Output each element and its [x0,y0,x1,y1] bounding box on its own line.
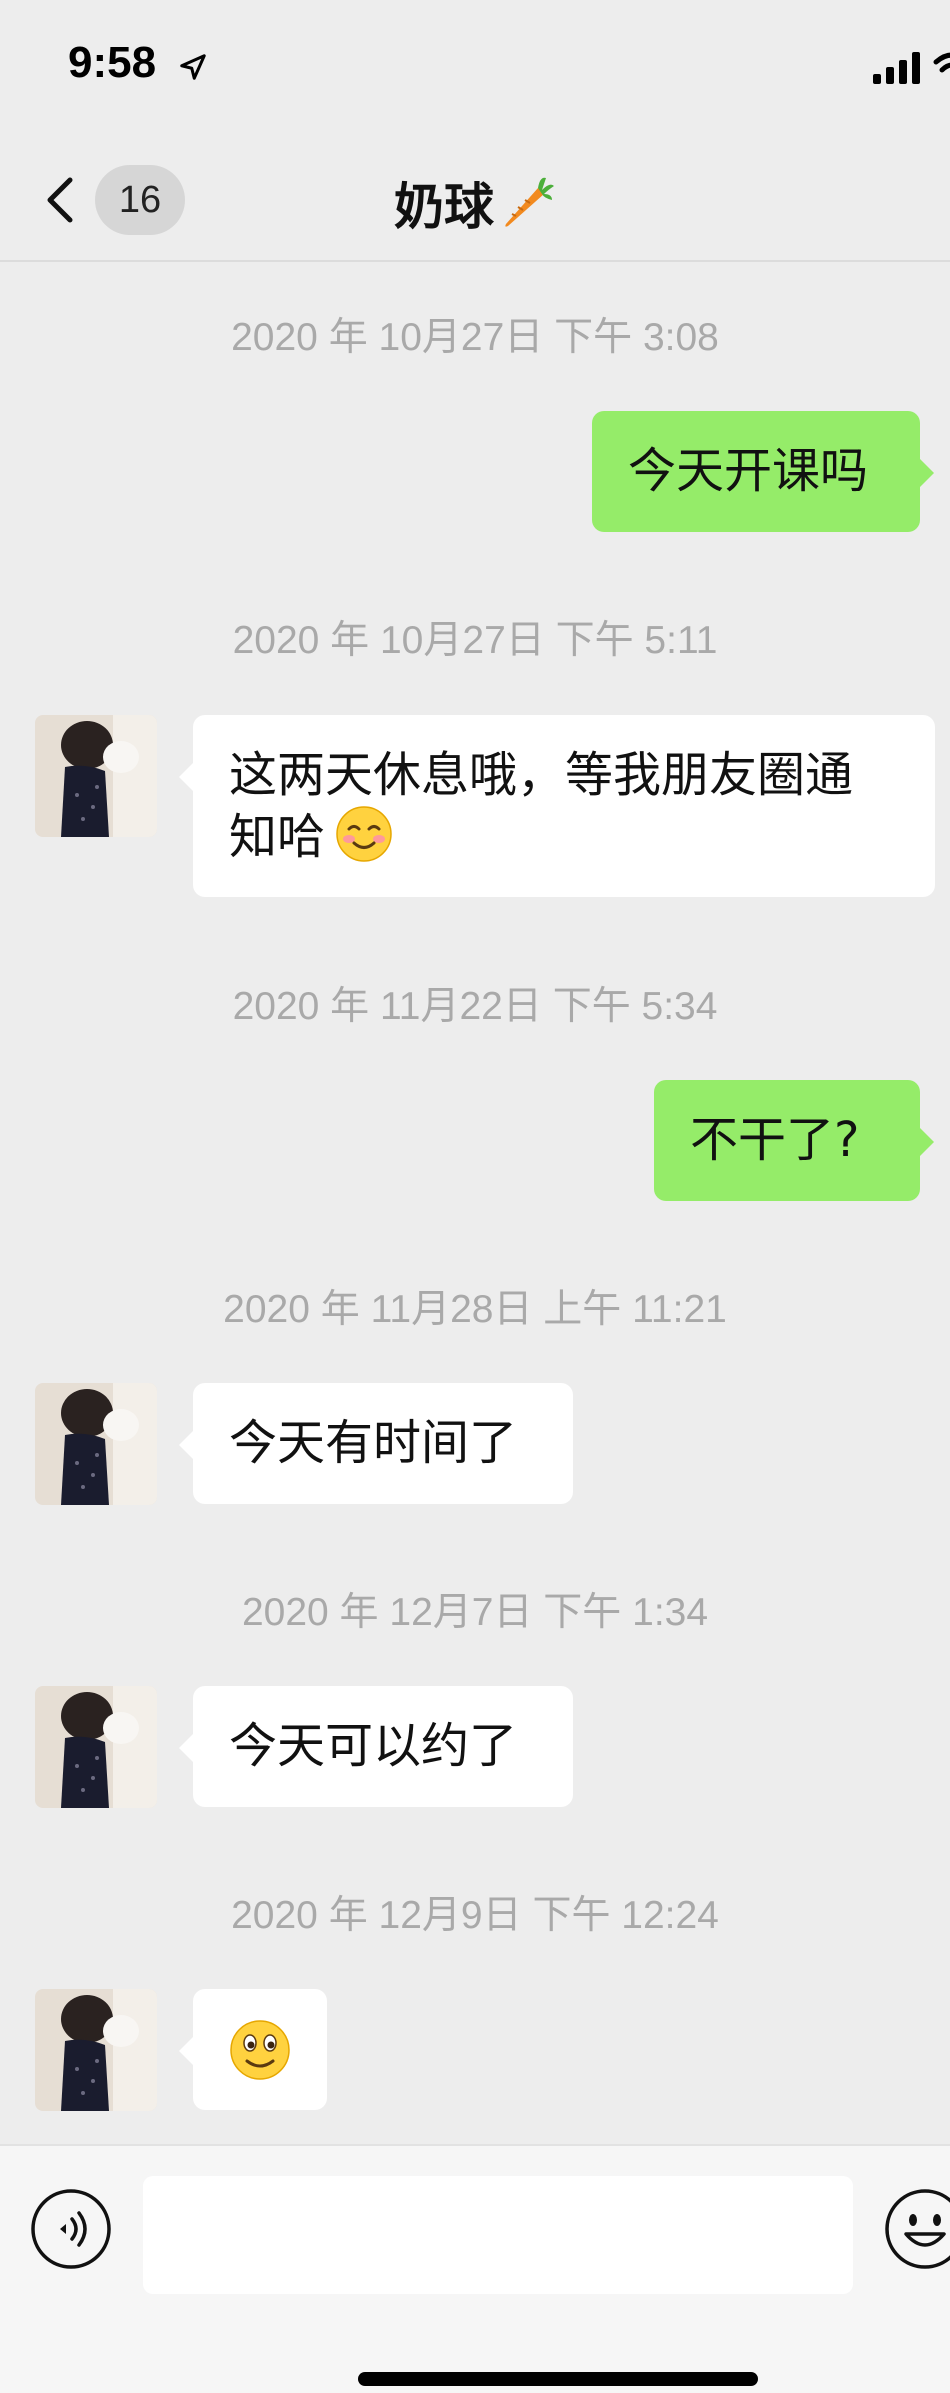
carrot-icon [505,177,554,227]
contact-avatar[interactable] [35,1686,157,1808]
contact-avatar[interactable] [35,1989,157,2111]
message-text: 今天有时间了 [229,1415,518,1471]
chat-title-text: 奶球 [394,178,494,236]
message-text: 知哈 [229,809,326,865]
message-timestamp: 2020 年 12月7日 下午 1:34 [241,1591,709,1634]
nav-bar: 16 奶球 [0,135,950,262]
bubble-tail [179,1431,193,1459]
wifi-icon [933,52,950,73]
avatar-photo [35,1383,157,1505]
incoming-message-bubble[interactable] [179,1989,327,2110]
contact-avatar[interactable] [35,1383,157,1505]
bubble-tail [179,1734,193,1762]
status-bar: 9:58 [0,0,950,135]
location-arrow-icon [180,54,206,80]
message-timestamp: 2020 年 10月27日 下午 5:11 [232,619,718,662]
status-time: 9:58 [68,38,157,87]
message-text-line: 知哈 [229,805,935,867]
avatar-photo [35,1989,157,2111]
contact-avatar[interactable] [35,715,157,837]
incoming-message-bubble[interactable]: 今天有时间了 [179,1383,573,1504]
bubble-tail [179,2037,193,2065]
bubble-tail [920,1128,934,1156]
message-text: 不干了? [690,1112,860,1168]
message-text: 今天开课吗 [628,443,869,499]
home-indicator [358,2372,758,2386]
incoming-message-bubble[interactable]: 这两天休息哦，等我朋友圈通 知哈 [179,715,935,897]
input-bar [0,2144,950,2393]
blush-smile-emoji-icon [336,806,392,862]
bubble-tail [920,459,934,487]
avatar-photo [35,715,157,837]
voice-icon[interactable] [30,2188,112,2270]
bubble-tail [179,763,193,791]
outgoing-message-bubble[interactable]: 今天开课吗 [592,411,934,532]
message-timestamp: 2020 年 11月28日 上午 11:21 [223,1288,727,1331]
message-timestamp: 2020 年 11月22日 下午 5:34 [232,985,718,1028]
message-text-line: 这两天休息哦，等我朋友圈通 [229,747,854,803]
message-text: 今天可以约了 [229,1718,518,1774]
avatar-photo [35,1686,157,1808]
incoming-message-bubble[interactable]: 今天可以约了 [179,1686,573,1807]
cellular-signal-icon [873,52,920,84]
message-timestamp: 2020 年 12月9日 下午 12:24 [231,1894,719,1937]
outgoing-message-bubble[interactable]: 不干了? [654,1080,934,1201]
emoji-icon[interactable] [884,2188,950,2270]
message-input[interactable] [143,2176,853,2294]
chat-title: 奶球 [0,167,950,239]
smile-emoji-icon [230,2020,290,2080]
message-timestamp: 2020 年 10月27日 下午 3:08 [231,316,719,359]
